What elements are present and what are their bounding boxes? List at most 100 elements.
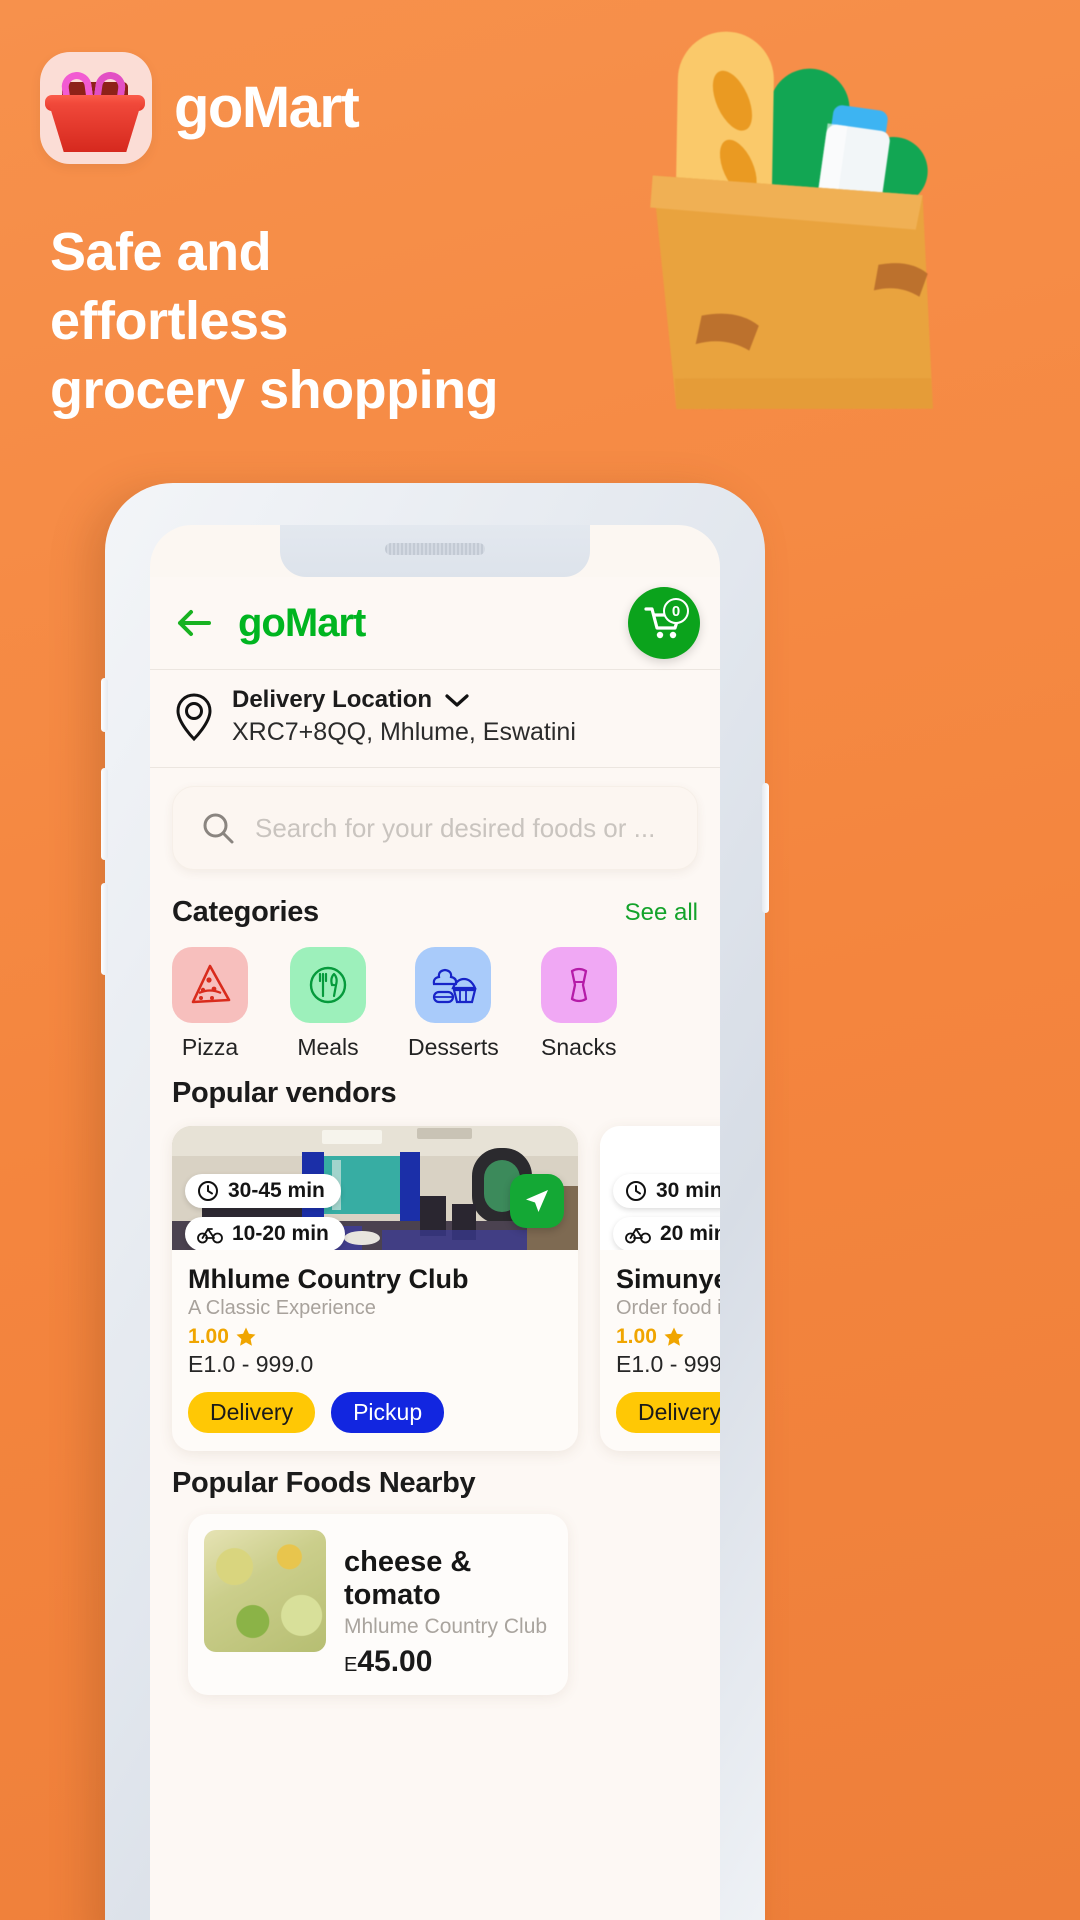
promo-headline: Safe and effortless grocery shopping	[50, 218, 499, 425]
tag-delivery[interactable]: Delivery	[188, 1392, 316, 1433]
categories-title: Categories	[172, 896, 319, 928]
vendor-name: Simunye Coun	[616, 1264, 720, 1294]
foods-row: cheese & tomato Mhlume Country Club E45.…	[150, 1504, 720, 1695]
vendor-body: Simunye Coun Order food in Simub 1.00 E1…	[600, 1250, 720, 1451]
vendor-price-range: E1.0 - 999.0	[188, 1351, 314, 1377]
vendor-tags: Delivery Pickup	[188, 1392, 562, 1433]
vendors-row[interactable]: 30-45 min 10-20 min Mhlume Country Club …	[150, 1114, 720, 1451]
bicycle-icon	[625, 1228, 651, 1244]
delivery-texts: Delivery Location XRC7+8QQ, Mhlume, Eswa…	[232, 686, 576, 747]
back-arrow-icon[interactable]	[172, 601, 216, 645]
star-icon	[664, 1327, 684, 1346]
bicycle-icon	[197, 1228, 223, 1244]
food-currency: E	[344, 1654, 358, 1676]
vendor-name: Mhlume Country Club	[188, 1264, 469, 1294]
search-icon	[203, 813, 234, 844]
cart-button[interactable]: 0	[628, 587, 700, 659]
category-label-snacks: Snacks	[541, 1034, 617, 1060]
ride-time-pill: 20 min	[613, 1217, 720, 1250]
vendor-subtitle: A Classic Experience	[188, 1297, 376, 1319]
sandwich-platter-photo	[204, 1530, 326, 1652]
delivery-location-label: Delivery Location	[232, 686, 433, 713]
app-bar-title: goMart	[238, 600, 366, 645]
vendor-time-pills: 30-45 min 10-20 min	[185, 1174, 345, 1250]
brand-name: goMart	[174, 75, 360, 140]
tag-delivery[interactable]: Delivery	[616, 1392, 720, 1433]
phone-earpiece-speaker	[385, 543, 485, 555]
clock-icon	[198, 1181, 218, 1201]
cupcake-icon	[415, 947, 492, 1023]
vendor-rating-value: 1.00	[616, 1325, 657, 1348]
delivery-address: XRC7+8QQ, Mhlume, Eswatini	[232, 718, 576, 746]
category-item-desserts[interactable]: Desserts	[408, 947, 499, 1061]
cart-badge: 0	[663, 598, 689, 624]
vendors-section-head: Popular vendors	[150, 1061, 720, 1114]
location-pin-icon	[176, 692, 212, 741]
delivery-time-text: 30 min	[656, 1179, 720, 1202]
foods-section-head: Popular Foods Nearby	[150, 1451, 720, 1504]
ride-time-text: 10-20 min	[232, 1222, 329, 1245]
delivery-time-text: 30-45 min	[228, 1179, 325, 1202]
foods-title: Popular Foods Nearby	[172, 1467, 476, 1499]
food-info: cheese & tomato Mhlume Country Club E45.…	[344, 1530, 552, 1679]
delivery-time-pill: 30 min	[613, 1174, 720, 1208]
category-item-meals[interactable]: Meals	[290, 947, 366, 1061]
tag-pickup[interactable]: Pickup	[331, 1392, 445, 1433]
phone-mockup: goMart 0 Delivery Location XRC7+8QQ, Mhl…	[101, 483, 769, 1920]
app-bar: goMart 0	[150, 577, 720, 669]
vendor-price-range: E1.0 - 9999999.0	[616, 1351, 720, 1377]
restaurant-interior-photo: 30-45 min 10-20 min	[172, 1126, 578, 1250]
pizza-slice-icon	[172, 947, 248, 1023]
gomart-app-ui: goMart 0 Delivery Location XRC7+8QQ, Mhl…	[150, 577, 720, 1920]
categories-row: Pizza Meals Desserts Snacks	[150, 933, 720, 1061]
star-icon	[236, 1327, 256, 1346]
delivery-title-line: Delivery Location	[232, 686, 576, 714]
vendor-logo-st: st 30 min	[600, 1126, 720, 1250]
vendor-rating: 1.00	[616, 1325, 720, 1349]
search-input[interactable]: Search for your desired foods or ...	[172, 786, 698, 870]
vendor-time-pills: 30 min 20 min	[613, 1174, 720, 1250]
ride-time-pill: 10-20 min	[185, 1217, 345, 1250]
phone-power-button[interactable]	[762, 783, 769, 913]
phone-mute-button[interactable]	[101, 678, 108, 732]
search-placeholder: Search for your desired foods or ...	[255, 812, 656, 843]
navigation-arrow-icon[interactable]	[510, 1174, 564, 1228]
vendor-body: Mhlume Country Club A Classic Experience…	[172, 1250, 578, 1451]
food-vendor: Mhlume Country Club	[344, 1615, 548, 1638]
category-label-desserts: Desserts	[408, 1034, 499, 1060]
category-item-pizza[interactable]: Pizza	[172, 947, 248, 1061]
vendors-title: Popular vendors	[172, 1077, 397, 1109]
grocery-bag-illustration	[650, 31, 933, 410]
vendor-rating: 1.00	[188, 1325, 562, 1349]
cutlery-plate-icon	[290, 947, 366, 1023]
gomart-basket-logo-icon	[40, 52, 152, 164]
candy-wrapper-icon	[540, 947, 617, 1023]
categories-section-head: Categories See all	[150, 880, 720, 933]
search-wrapper: Search for your desired foods or ...	[150, 768, 720, 880]
food-price-value: 45.00	[357, 1645, 433, 1678]
see-all-link[interactable]: See all	[625, 899, 698, 927]
phone-volume-up-button[interactable]	[101, 768, 108, 860]
food-price: E45.00	[344, 1645, 552, 1679]
category-label-pizza: Pizza	[181, 1034, 239, 1060]
headline-line-2: effortless	[50, 291, 289, 352]
headline-line-1: Safe and	[50, 222, 272, 282]
phone-screen: goMart 0 Delivery Location XRC7+8QQ, Mhl…	[150, 525, 720, 1920]
brand-row: goMart	[40, 52, 360, 164]
delivery-time-pill: 30-45 min	[185, 1174, 341, 1208]
category-label-meals: Meals	[297, 1034, 359, 1060]
chevron-down-icon[interactable]	[444, 692, 470, 708]
vendor-card[interactable]: st 30 min	[600, 1126, 720, 1451]
delivery-location-row[interactable]: Delivery Location XRC7+8QQ, Mhlume, Eswa…	[150, 670, 720, 767]
headline-line-3: grocery shopping	[50, 360, 499, 421]
phone-volume-down-button[interactable]	[101, 883, 108, 975]
ride-time-text: 20 min	[660, 1222, 720, 1245]
food-name: cheese & tomato	[344, 1546, 472, 1611]
vendor-tags: Delivery Pic	[616, 1392, 720, 1433]
food-card[interactable]: cheese & tomato Mhlume Country Club E45.…	[188, 1514, 568, 1695]
clock-icon	[626, 1181, 646, 1201]
vendor-subtitle: Order food in Simub	[616, 1297, 720, 1319]
category-item-snacks[interactable]: Snacks	[540, 947, 617, 1061]
vendor-rating-value: 1.00	[188, 1325, 229, 1348]
vendor-card[interactable]: 30-45 min 10-20 min Mhlume Country Club …	[172, 1126, 578, 1451]
